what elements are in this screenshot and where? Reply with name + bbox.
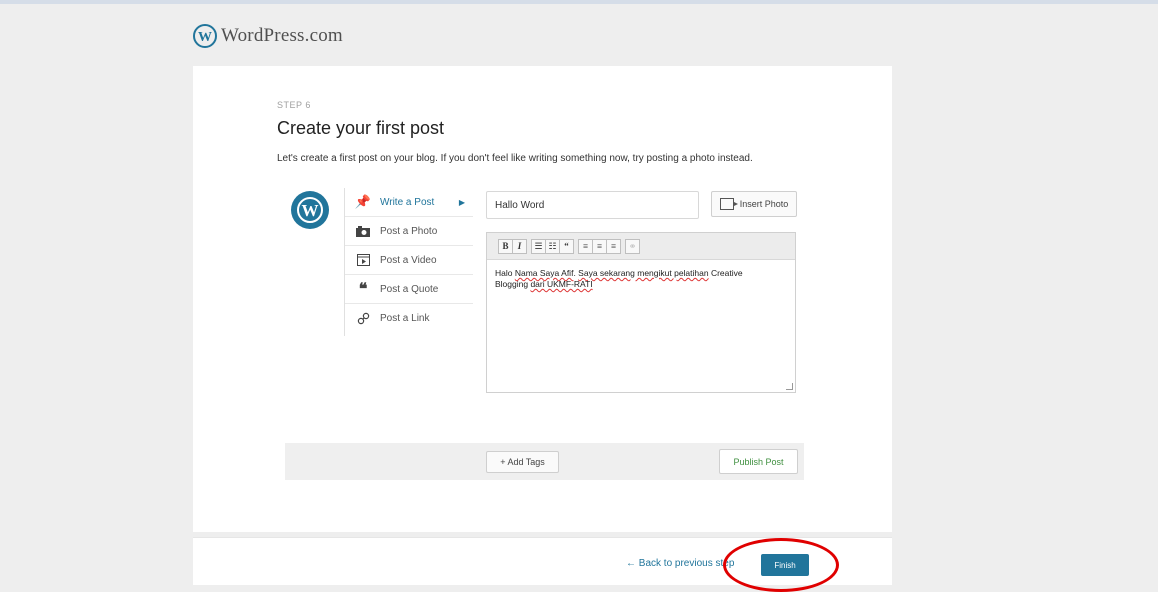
post-actions-bar: + Add Tags Publish Post (285, 443, 804, 480)
editor-toolbar: B I ☰ ☷ “ ≡ ≡ ≡ ⚭ (487, 233, 795, 260)
svg-text:W: W (198, 30, 212, 45)
insert-photo-icon (719, 198, 738, 210)
finish-button[interactable]: Finish (761, 554, 809, 576)
bulleted-list-icon[interactable]: ☰ (531, 238, 546, 254)
menu-item-label: Post a Link (380, 313, 430, 324)
step-panel: STEP 6 Create your first post Let's crea… (193, 66, 892, 532)
add-tags-button[interactable]: + Add Tags (486, 451, 559, 473)
menu-item-post-link[interactable]: Post a Link (345, 304, 473, 333)
logo-text: WordPress.com (221, 25, 343, 46)
insert-photo-label: Insert Photo (739, 199, 789, 209)
svg-text:W: W (302, 201, 319, 220)
blockquote-icon[interactable]: “ (559, 238, 574, 254)
italic-button[interactable]: I (512, 238, 527, 254)
active-arrow-icon: ▶ (458, 197, 465, 207)
menu-item-label: Write a Post (380, 196, 435, 208)
insert-photo-button[interactable]: Insert Photo (711, 191, 797, 217)
link-icon[interactable]: ⚭ (625, 238, 640, 254)
body-text-segment: Saya sekarang mengikut pelatihan (578, 268, 709, 278)
wordpress-logo-icon: W (193, 24, 217, 48)
align-right-icon[interactable]: ≡ (606, 238, 621, 254)
pushpin-icon: 📌 (354, 194, 372, 209)
body-text-segment: dari UKMF-RATI (530, 279, 593, 289)
menu-item-label: Post a Quote (380, 283, 439, 295)
wordpress-logo[interactable]: W WordPress.com (193, 24, 343, 48)
body-text-segment: Creative (708, 268, 743, 278)
footer-bar: ← Back to previous step Finish (193, 537, 892, 585)
align-left-icon[interactable]: ≡ (578, 238, 593, 254)
menu-item-post-quote[interactable]: ❝ Post a Quote (345, 275, 473, 304)
camera-icon (355, 224, 371, 238)
top-border (0, 0, 1158, 4)
menu-item-label: Post a Photo (380, 225, 438, 237)
body-text-segment: Halo (495, 268, 515, 278)
wordpress-badge-icon: W (291, 191, 329, 229)
step-label: STEP 6 (277, 100, 311, 110)
publish-post-button[interactable]: Publish Post (719, 449, 798, 474)
menu-item-label: Post a Video (380, 254, 437, 266)
numbered-list-icon[interactable]: ☷ (545, 238, 560, 254)
post-body-text[interactable]: Halo Nama Saya Afif. Saya sekarang mengi… (487, 260, 795, 298)
align-center-icon[interactable]: ≡ (592, 238, 607, 254)
body-text-segment: Blogging (495, 279, 531, 289)
link-icon (355, 312, 371, 326)
menu-item-write-post[interactable]: 📌 Write a Post ▶ (345, 188, 473, 217)
back-to-previous-step-link[interactable]: ← Back to previous step (626, 558, 734, 569)
resize-handle[interactable] (786, 383, 793, 390)
body-text-segment: Nama Saya Afif (514, 268, 574, 278)
page-title: Create your first post (277, 118, 445, 138)
video-icon (355, 253, 371, 267)
bold-button[interactable]: B (498, 238, 513, 254)
post-type-menu: 📌 Write a Post ▶ Post a Photo Post a Vid… (344, 188, 473, 336)
post-title-input[interactable] (486, 191, 699, 219)
quote-icon: ❝ (358, 281, 368, 298)
menu-item-post-photo[interactable]: Post a Photo (345, 217, 473, 246)
intro-text: Let's create a first post on your blog. … (277, 153, 753, 164)
post-body-editor[interactable]: B I ☰ ☷ “ ≡ ≡ ≡ ⚭ Halo Nama Saya Afif. S… (486, 232, 796, 393)
menu-item-post-video[interactable]: Post a Video (345, 246, 473, 275)
